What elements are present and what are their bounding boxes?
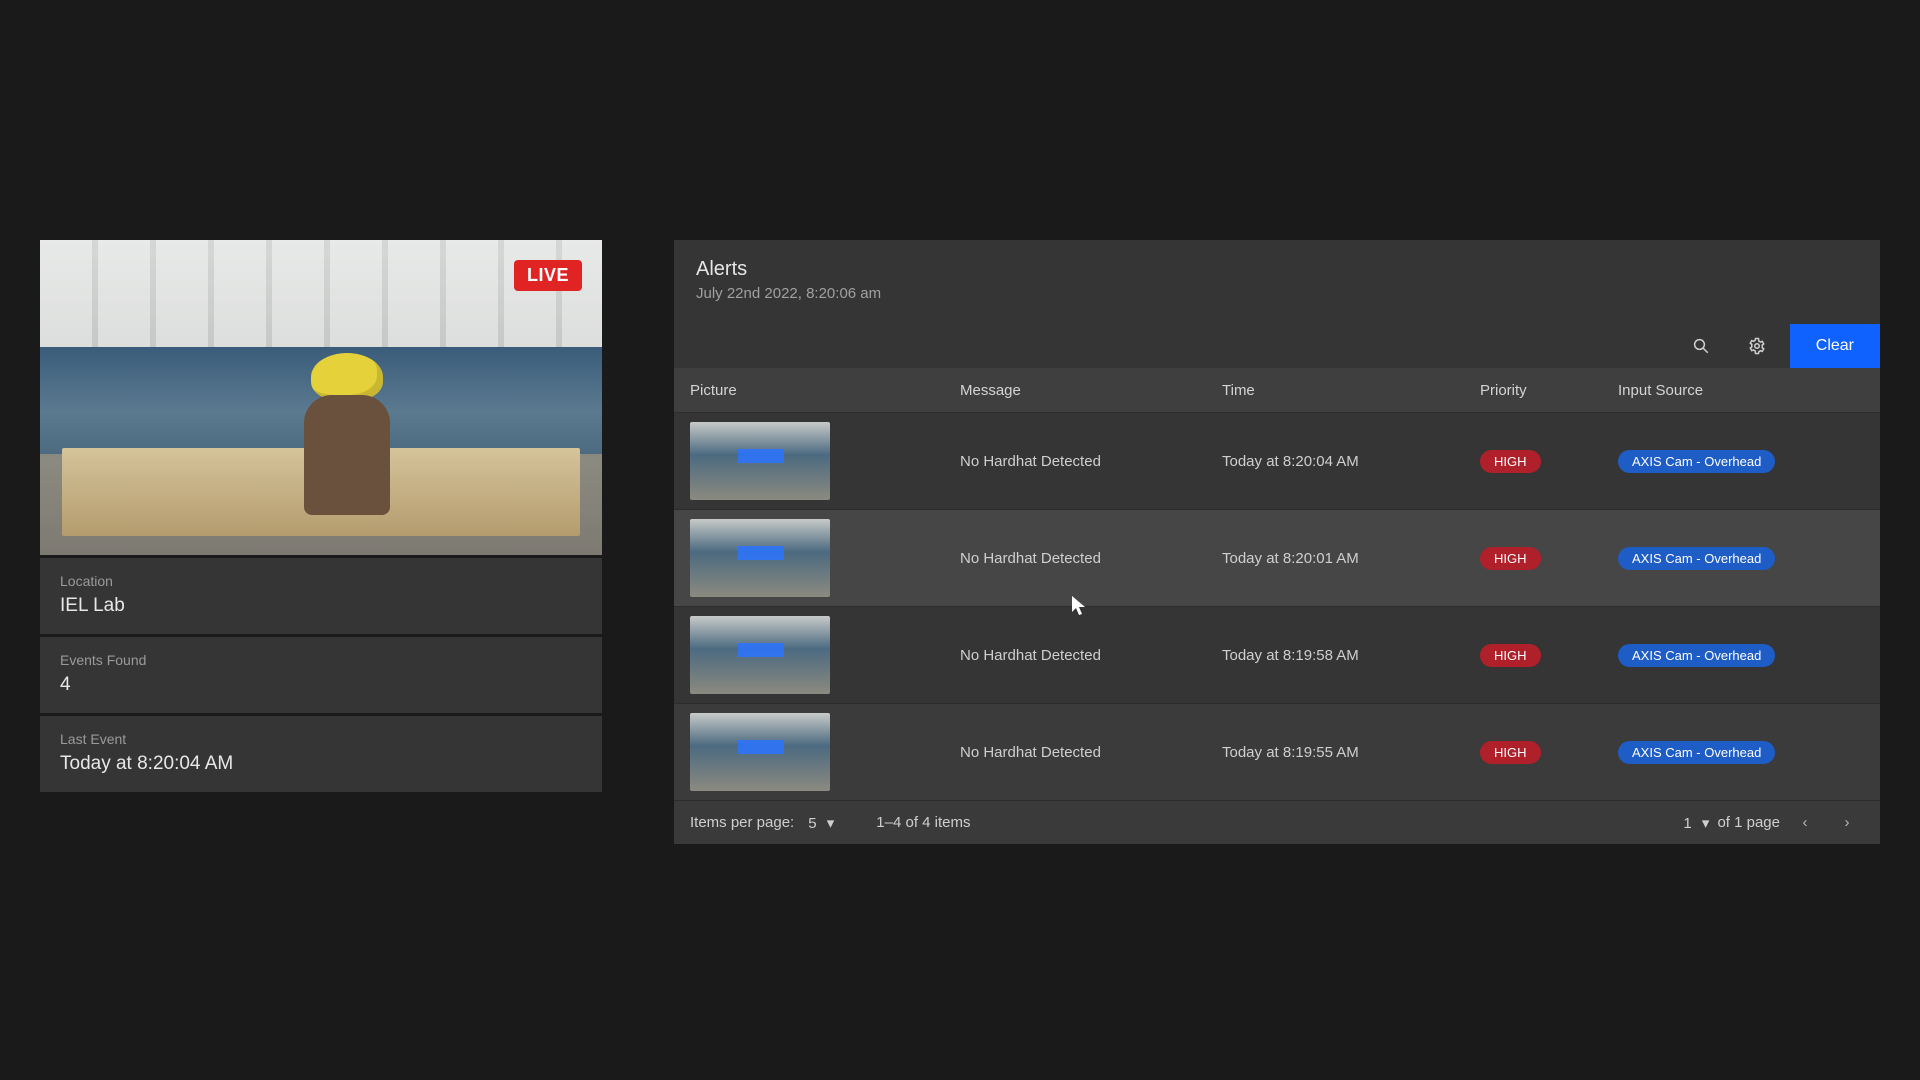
- priority-badge: HIGH: [1480, 547, 1541, 570]
- alerts-toolbar: Clear: [674, 312, 1880, 368]
- chevron-down-icon: ▾: [1702, 815, 1710, 832]
- table-row[interactable]: No Hardhat DetectedToday at 8:19:58 AMHI…: [674, 606, 1880, 703]
- col-message: Message: [960, 382, 1222, 399]
- search-icon[interactable]: [1678, 324, 1724, 368]
- source-badge: AXIS Cam - Overhead: [1618, 644, 1775, 667]
- alert-time: Today at 8:19:58 AM: [1222, 647, 1480, 664]
- page-total: of 1 page: [1717, 814, 1780, 831]
- priority-badge: HIGH: [1480, 644, 1541, 667]
- alert-time: Today at 8:20:04 AM: [1222, 453, 1480, 470]
- priority-badge: HIGH: [1480, 450, 1541, 473]
- alert-thumbnail[interactable]: [690, 616, 830, 694]
- col-priority: Priority: [1480, 382, 1618, 399]
- video-person: [287, 353, 407, 533]
- alerts-panel: Alerts July 22nd 2022, 8:20:06 am Clear …: [674, 240, 1880, 844]
- alerts-title: Alerts: [696, 258, 1858, 281]
- next-page-button[interactable]: ›: [1830, 808, 1864, 838]
- video-bg-ceiling: [40, 240, 602, 350]
- left-panel: LIVE Location IEL Lab Events Found 4 Las…: [40, 240, 602, 844]
- info-label: Last Event: [60, 731, 582, 747]
- alert-message: No Hardhat Detected: [960, 453, 1222, 470]
- info-value: Today at 8:20:04 AM: [60, 753, 582, 775]
- alert-thumbnail[interactable]: [690, 519, 830, 597]
- items-range: 1–4 of 4 items: [876, 814, 970, 831]
- col-time: Time: [1222, 382, 1480, 399]
- hardhat-icon: [311, 353, 383, 401]
- info-card-location: Location IEL Lab: [40, 558, 602, 634]
- info-label: Events Found: [60, 652, 582, 668]
- source-badge: AXIS Cam - Overhead: [1618, 450, 1775, 473]
- table-row[interactable]: No Hardhat DetectedToday at 8:19:55 AMHI…: [674, 703, 1880, 800]
- clear-button[interactable]: Clear: [1790, 324, 1880, 368]
- col-picture: Picture: [690, 382, 960, 399]
- alert-message: No Hardhat Detected: [960, 744, 1222, 761]
- table-row[interactable]: No Hardhat DetectedToday at 8:20:01 AMHI…: [674, 509, 1880, 606]
- alert-message: No Hardhat Detected: [960, 647, 1222, 664]
- info-card-last-event: Last Event Today at 8:20:04 AM: [40, 716, 602, 792]
- info-card-events-found: Events Found 4: [40, 637, 602, 713]
- info-value: 4: [60, 674, 582, 696]
- video-feed[interactable]: LIVE: [40, 240, 602, 555]
- alert-thumbnail[interactable]: [690, 713, 830, 791]
- info-value: IEL Lab: [60, 595, 582, 617]
- alerts-header: Alerts July 22nd 2022, 8:20:06 am: [674, 240, 1880, 312]
- person-torso: [304, 395, 390, 515]
- pagination: Items per page: 5 ▾ 1–4 of 4 items 1 ▾ o…: [674, 800, 1880, 844]
- gear-icon[interactable]: [1734, 324, 1780, 368]
- alerts-timestamp: July 22nd 2022, 8:20:06 am: [696, 285, 1858, 302]
- source-badge: AXIS Cam - Overhead: [1618, 741, 1775, 764]
- alert-time: Today at 8:19:55 AM: [1222, 744, 1480, 761]
- priority-badge: HIGH: [1480, 741, 1541, 764]
- alert-message: No Hardhat Detected: [960, 550, 1222, 567]
- live-badge: LIVE: [514, 260, 582, 291]
- alert-thumbnail[interactable]: [690, 422, 830, 500]
- table-row[interactable]: No Hardhat DetectedToday at 8:20:04 AMHI…: [674, 412, 1880, 509]
- alerts-table-body: No Hardhat DetectedToday at 8:20:04 AMHI…: [674, 412, 1880, 800]
- source-badge: AXIS Cam - Overhead: [1618, 547, 1775, 570]
- items-per-page-select[interactable]: 5 ▾: [808, 814, 834, 832]
- prev-page-button[interactable]: ‹: [1788, 808, 1822, 838]
- info-label: Location: [60, 573, 582, 589]
- page-number-select[interactable]: 1 ▾: [1683, 814, 1709, 832]
- alert-time: Today at 8:20:01 AM: [1222, 550, 1480, 567]
- col-source: Input Source: [1618, 382, 1864, 399]
- chevron-down-icon: ▾: [827, 815, 835, 832]
- alerts-table-header: Picture Message Time Priority Input Sour…: [674, 368, 1880, 412]
- items-per-page-label: Items per page:: [690, 814, 794, 831]
